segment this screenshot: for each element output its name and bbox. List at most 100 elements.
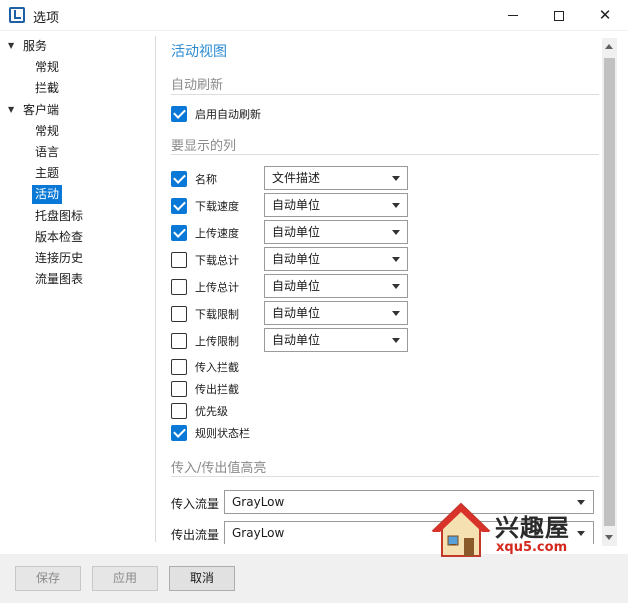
tree-item-client-general[interactable]: 常规: [35, 122, 59, 141]
expand-client-icon[interactable]: ▼: [8, 101, 14, 119]
tree-item-client-activity[interactable]: 活动: [32, 185, 63, 204]
chevron-down-icon: [392, 257, 400, 262]
column-download-speed-dropdown[interactable]: 自动单位: [264, 193, 408, 217]
tree-item-client-traffic-chart[interactable]: 流量图表: [35, 270, 83, 289]
maximize-button[interactable]: [536, 0, 582, 31]
column-outgoing-block-row[interactable]: 传出拦截: [171, 380, 239, 398]
dropdown-value: 自动单位: [272, 306, 321, 320]
chevron-down-icon: [392, 338, 400, 343]
tree-item-client-language[interactable]: 语言: [35, 143, 59, 162]
watermark-brand: 兴趣屋: [495, 514, 570, 542]
column-download-total-dropdown[interactable]: 自动单位: [264, 247, 408, 271]
column-priority-label: 优先级: [195, 405, 228, 418]
column-download-limit-label: 下载限制: [195, 308, 239, 321]
house-logo-icon: [431, 502, 491, 557]
column-name-label: 名称: [195, 173, 217, 186]
watermark-url: xqu5.com: [496, 540, 568, 555]
column-upload-total-checkbox[interactable]: [171, 279, 187, 295]
column-upload-total-row[interactable]: 上传总计: [171, 278, 239, 296]
dropdown-value: 自动单位: [272, 279, 321, 293]
expand-services-icon[interactable]: ▼: [8, 37, 14, 55]
column-incoming-block-row[interactable]: 传入拦截: [171, 358, 239, 376]
scroll-down-icon[interactable]: [605, 535, 613, 540]
column-download-total-checkbox[interactable]: [171, 252, 187, 268]
incoming-traffic-label: 传入流量: [171, 497, 220, 511]
minimize-button[interactable]: [490, 0, 536, 31]
column-rule-status-label: 规则状态栏: [195, 427, 250, 440]
section-divider: [171, 154, 599, 155]
title-bar: 选项 ✕: [0, 0, 628, 31]
column-priority-row[interactable]: 优先级: [171, 402, 228, 420]
section-auto-refresh: 自动刷新: [171, 78, 224, 93]
column-download-speed-label: 下载速度: [195, 200, 239, 213]
tree-item-services-general[interactable]: 常规: [35, 58, 59, 77]
dropdown-value: GrayLow: [232, 526, 285, 540]
column-upload-limit-checkbox[interactable]: [171, 333, 187, 349]
column-upload-speed-checkbox[interactable]: [171, 225, 187, 241]
app-logo-icon: [9, 7, 25, 23]
auto-refresh-checkbox-row[interactable]: 启用自动刷新: [171, 105, 261, 123]
scroll-thumb[interactable]: [604, 58, 615, 526]
dropdown-value: 文件描述: [272, 171, 321, 185]
column-name-dropdown[interactable]: 文件描述: [264, 166, 408, 190]
tree-item-client[interactable]: 客户端: [23, 101, 59, 120]
column-download-limit-checkbox[interactable]: [171, 306, 187, 322]
column-incoming-block-label: 传入拦截: [195, 361, 239, 374]
dropdown-value: 自动单位: [272, 225, 321, 239]
column-download-total-label: 下载总计: [195, 254, 239, 267]
dropdown-value: 自动单位: [272, 252, 321, 266]
chevron-down-icon: [392, 203, 400, 208]
section-divider: [171, 476, 599, 477]
save-button[interactable]: 保存: [15, 566, 81, 591]
tree-item-services[interactable]: 服务: [23, 37, 47, 56]
column-priority-checkbox[interactable]: [171, 403, 187, 419]
column-download-limit-row[interactable]: 下载限制: [171, 305, 239, 323]
window-title: 选项: [33, 11, 60, 26]
chevron-down-icon: [392, 176, 400, 181]
column-download-total-row[interactable]: 下载总计: [171, 251, 239, 269]
auto-refresh-checkbox[interactable]: [171, 106, 187, 122]
scroll-up-icon[interactable]: [605, 44, 613, 49]
dropdown-value: 自动单位: [272, 333, 321, 347]
tree-item-client-version-check[interactable]: 版本检查: [35, 228, 83, 247]
outgoing-traffic-label: 传出流量: [171, 528, 220, 542]
column-outgoing-block-checkbox[interactable]: [171, 381, 187, 397]
column-incoming-block-checkbox[interactable]: [171, 359, 187, 375]
column-download-speed-row[interactable]: 下载速度: [171, 197, 239, 215]
column-name-checkbox[interactable]: [171, 171, 187, 187]
auto-refresh-label: 启用自动刷新: [195, 108, 261, 121]
column-name-row[interactable]: 名称: [171, 170, 217, 188]
column-outgoing-block-label: 传出拦截: [195, 383, 239, 396]
column-upload-limit-row[interactable]: 上传限制: [171, 332, 239, 350]
vertical-scrollbar[interactable]: [602, 38, 617, 546]
tree-item-services-block[interactable]: 拦截: [35, 79, 59, 98]
section-columns: 要显示的列: [171, 139, 237, 154]
page-title: 活动视图: [171, 44, 227, 60]
column-download-limit-dropdown[interactable]: 自动单位: [264, 301, 408, 325]
tree-item-client-tray-icon[interactable]: 托盘图标: [35, 207, 83, 226]
column-upload-limit-label: 上传限制: [195, 335, 239, 348]
section-divider: [171, 94, 599, 95]
column-download-speed-checkbox[interactable]: [171, 198, 187, 214]
apply-button[interactable]: 应用: [92, 566, 158, 591]
column-upload-limit-dropdown[interactable]: 自动单位: [264, 328, 408, 352]
close-button[interactable]: ✕: [582, 0, 628, 31]
column-rule-status-row[interactable]: 规则状态栏: [171, 424, 250, 442]
column-upload-speed-dropdown[interactable]: 自动单位: [264, 220, 408, 244]
tree-item-client-connection-history[interactable]: 连接历史: [35, 249, 83, 268]
close-icon: ✕: [598, 6, 612, 24]
section-highlight: 传入/传出值高亮: [171, 461, 267, 476]
column-upload-total-label: 上传总计: [195, 281, 239, 294]
maximize-icon: [554, 10, 564, 21]
chevron-down-icon: [392, 230, 400, 235]
column-upload-speed-label: 上传速度: [195, 227, 239, 240]
site-watermark: 兴趣屋 xqu5.com: [430, 500, 605, 562]
tree-item-client-theme[interactable]: 主题: [35, 164, 59, 183]
minimize-icon: [508, 15, 518, 16]
cancel-button[interactable]: 取消: [169, 566, 235, 591]
settings-tree: ▼ 服务 常规 拦截 ▼ 客户端 常规 语言 主题 活动 托盘图标 版本检查 连…: [0, 32, 155, 544]
column-upload-speed-row[interactable]: 上传速度: [171, 224, 239, 242]
column-rule-status-checkbox[interactable]: [171, 425, 187, 441]
column-upload-total-dropdown[interactable]: 自动单位: [264, 274, 408, 298]
dropdown-value: 自动单位: [272, 198, 321, 212]
